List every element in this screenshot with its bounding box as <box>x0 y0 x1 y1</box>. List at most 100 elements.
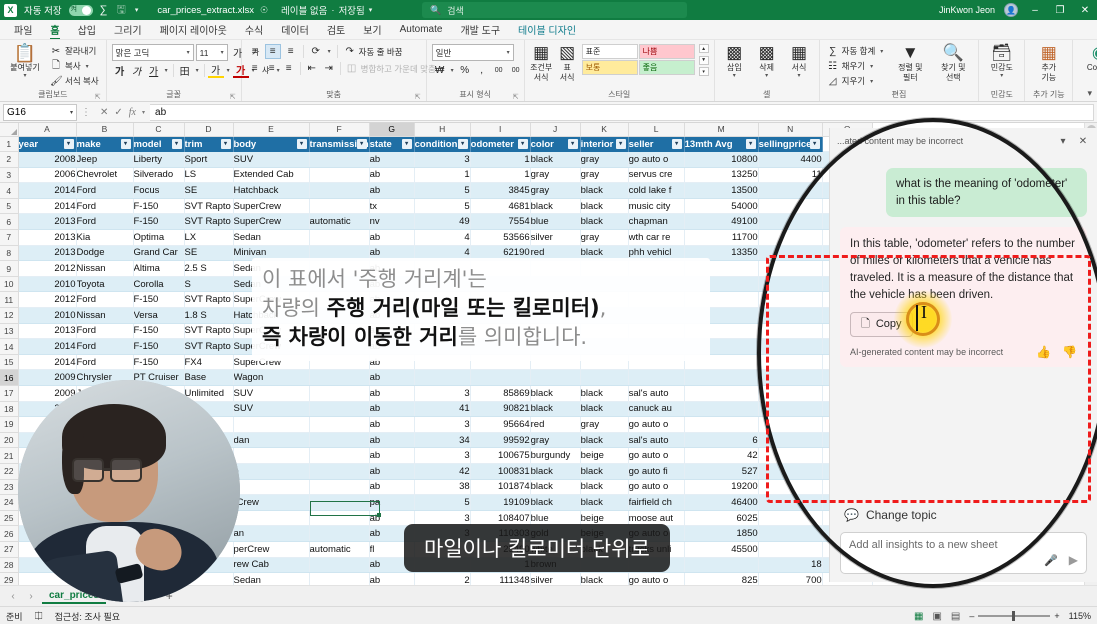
cell[interactable]: 2013 <box>18 245 77 262</box>
chevron-down-icon[interactable]: ▾ <box>1087 88 1092 99</box>
cell[interactable]: dan <box>233 432 310 449</box>
sum-icon[interactable]: ∑ <box>100 4 108 16</box>
normal-view-icon[interactable]: ▦ <box>914 611 923 622</box>
cell[interactable]: Nissan <box>76 260 134 277</box>
cell[interactable]: beige <box>580 447 629 464</box>
cell[interactable] <box>309 416 370 433</box>
currency-icon[interactable]: ₩ <box>432 63 448 78</box>
table-header-interior[interactable]: interior ▾ <box>580 136 629 152</box>
cell-style-bad[interactable]: 나쁨 <box>638 44 695 59</box>
chevron-down-icon[interactable]: ▾ <box>795 73 802 80</box>
table-header-seller[interactable]: seller ▾ <box>628 136 685 152</box>
row-header-27[interactable]: 27 <box>0 541 19 558</box>
filter-icon[interactable]: ▾ <box>401 138 412 149</box>
align-top-icon[interactable]: ≡ <box>247 44 263 59</box>
cell[interactable] <box>628 369 685 386</box>
cell[interactable]: Ford <box>76 291 134 309</box>
cell[interactable]: Silverado <box>133 167 185 184</box>
cell[interactable]: 85869 <box>470 385 531 402</box>
chevron-down-icon[interactable]: ▾ <box>194 67 201 74</box>
align-right-icon[interactable]: ≡ <box>281 61 297 76</box>
cell[interactable]: 42 <box>414 463 471 480</box>
cell[interactable]: 4400 <box>758 151 823 168</box>
cell[interactable]: SVT Rapto <box>184 338 234 355</box>
cell[interactable]: 11 <box>758 167 823 184</box>
filter-icon[interactable]: ▾ <box>671 138 682 149</box>
chevron-down-icon[interactable]: ▾ <box>731 73 738 80</box>
column-header-h[interactable]: H <box>414 123 471 137</box>
table-row[interactable]: 3 2006 Chevrolet Silverado LS Extended Cab ab 1… <box>0 167 873 184</box>
cell[interactable]: Jeep <box>76 151 134 168</box>
cell[interactable]: 2012 <box>18 291 77 309</box>
cell[interactable] <box>684 401 759 418</box>
row-header-15[interactable]: 15 <box>0 354 19 371</box>
row-header-8[interactable]: 8 <box>0 245 19 262</box>
filter-icon[interactable]: ▾ <box>220 138 231 149</box>
cell[interactable]: go auto fi <box>628 463 685 480</box>
cell[interactable]: 4 <box>414 229 471 246</box>
cell[interactable]: 3 <box>414 416 471 433</box>
cell[interactable] <box>684 416 759 433</box>
filter-icon[interactable]: ▾ <box>615 138 626 149</box>
cell[interactable] <box>758 463 823 480</box>
cell[interactable]: black <box>580 213 629 231</box>
cell[interactable] <box>233 510 310 527</box>
cell[interactable]: SE <box>184 182 234 199</box>
formula-input[interactable]: ab <box>150 103 1094 121</box>
accessibility-icon[interactable]: ⎅ <box>35 611 43 622</box>
cell[interactable]: LX <box>184 229 234 246</box>
cell[interactable]: 1 <box>414 167 471 184</box>
cell-style-neutral[interactable]: 보통 <box>581 60 638 75</box>
cell[interactable]: Liberty <box>133 151 185 168</box>
comma-style-button[interactable]: , <box>474 63 490 78</box>
cell[interactable]: n <box>233 463 310 480</box>
cell[interactable]: 2013 <box>18 213 77 231</box>
column-header-d[interactable]: D <box>184 123 234 137</box>
cell[interactable]: black <box>530 401 581 418</box>
cell[interactable]: black <box>580 182 629 199</box>
zoom-slider[interactable]: – + <box>969 611 1060 621</box>
cell[interactable]: 6 <box>684 432 759 449</box>
cell[interactable] <box>758 245 823 262</box>
cell[interactable]: Wagon <box>233 369 310 386</box>
cell[interactable] <box>309 479 370 496</box>
row-header-3[interactable]: 3 <box>0 167 19 184</box>
cell[interactable] <box>758 416 823 433</box>
cell[interactable] <box>758 494 823 511</box>
cell[interactable] <box>758 229 823 246</box>
cell[interactable] <box>758 479 823 496</box>
orientation-icon[interactable]: ⟳ <box>308 44 324 59</box>
cell[interactable]: ab <box>369 151 415 168</box>
cell[interactable] <box>233 416 310 433</box>
cell[interactable]: F-150 <box>133 354 185 371</box>
align-left-icon[interactable]: ≡ <box>247 61 263 76</box>
cell[interactable]: ab <box>369 463 415 480</box>
cell[interactable]: ab <box>369 385 415 402</box>
row-header-22[interactable]: 22 <box>0 463 19 480</box>
cell[interactable]: 2010 <box>18 276 77 293</box>
column-header-f[interactable]: F <box>309 123 370 137</box>
page-break-icon[interactable]: ▤ <box>951 611 960 622</box>
cell[interactable]: 2014 <box>18 354 77 371</box>
cell[interactable] <box>309 447 370 464</box>
cell[interactable] <box>580 369 629 386</box>
cell[interactable]: 2008 <box>18 151 77 168</box>
search-box[interactable]: 🔍 검색 <box>422 2 687 18</box>
cell[interactable]: Altima <box>133 260 185 277</box>
underline-button[interactable]: 가 <box>146 63 162 78</box>
delete-cells-button[interactable]: ▩ 삭제 ▾ <box>752 44 781 80</box>
cell[interactable]: ab <box>369 479 415 496</box>
cell[interactable]: 6025 <box>684 510 759 527</box>
cell[interactable] <box>758 213 823 231</box>
cell[interactable]: 49100 <box>684 213 759 231</box>
chevron-down-icon[interactable]: ▾ <box>326 48 333 55</box>
number-format-combo[interactable]: 일반 ▾ <box>431 44 514 61</box>
row-header-1[interactable]: 1 <box>0 136 19 153</box>
cell[interactable]: black <box>580 385 629 402</box>
cell[interactable]: gray <box>580 229 629 246</box>
cell[interactable]: Toyota <box>76 276 134 293</box>
table-row[interactable]: 4 2014 Ford Focus SE Hatchback ab 5 3845 gray blac… <box>0 182 873 199</box>
scroll-down-icon[interactable]: ▼ <box>698 55 709 65</box>
row-header-29[interactable]: 29 <box>0 572 19 585</box>
cell[interactable]: 700 <box>758 572 823 585</box>
